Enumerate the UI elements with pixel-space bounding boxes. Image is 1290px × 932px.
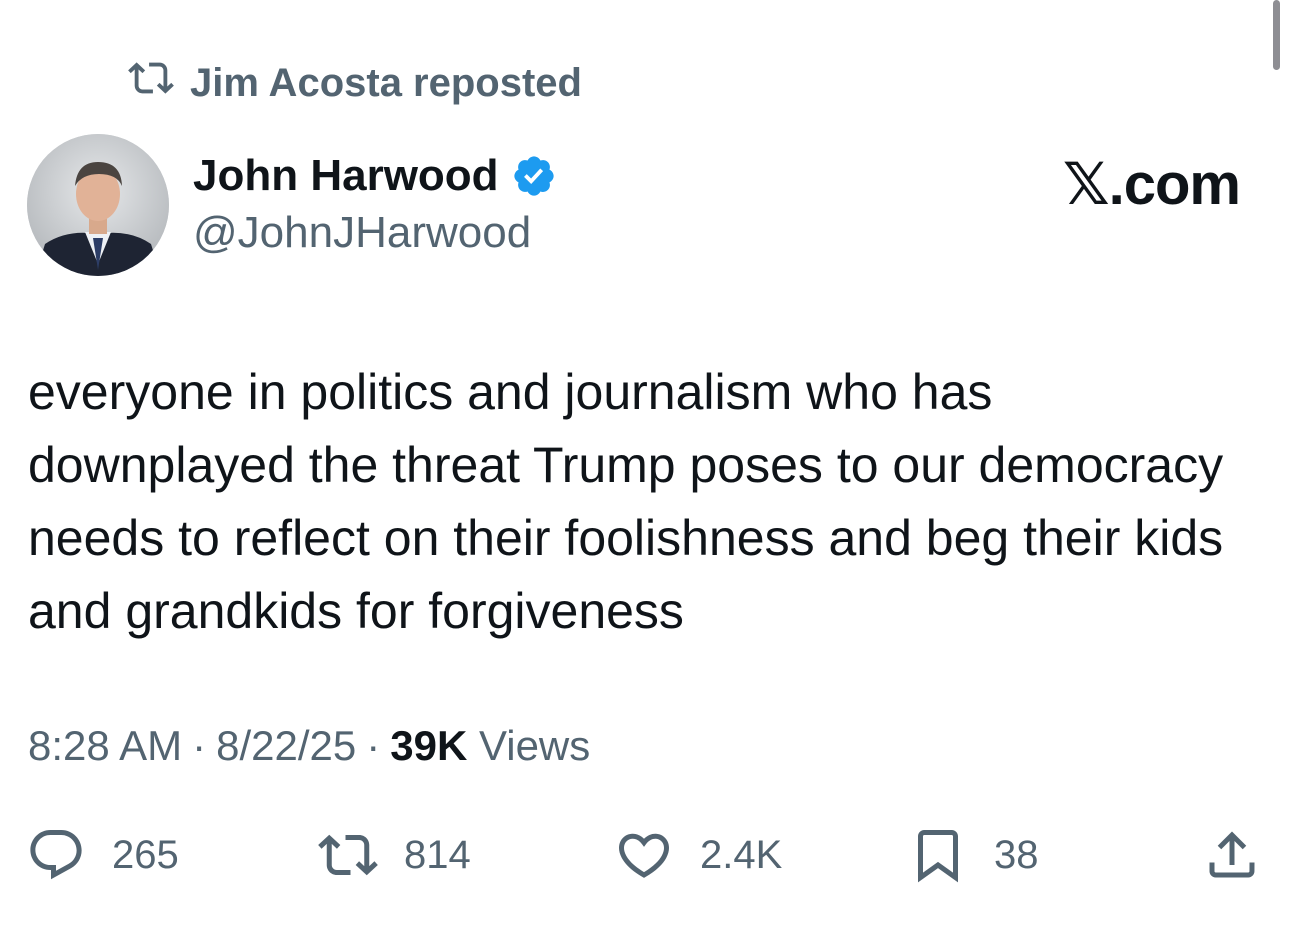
tweet-text: everyone in politics and journalism who … xyxy=(28,364,1224,639)
repost-label: Jim Acosta reposted xyxy=(190,60,582,105)
x-domain-suffix: .com xyxy=(1108,151,1241,217)
bookmark-button[interactable]: 38 xyxy=(908,820,1039,890)
repost-icon xyxy=(128,55,174,111)
x-com-logo: 𝕏 .com xyxy=(1062,150,1241,218)
avatar[interactable] xyxy=(27,134,169,276)
author-name[interactable]: John Harwood xyxy=(193,151,499,201)
share-button[interactable] xyxy=(1202,820,1262,890)
tweet-time[interactable]: 8:28 AM xyxy=(28,722,182,770)
reply-count: 265 xyxy=(112,832,179,877)
author-name-row[interactable]: John Harwood xyxy=(193,148,557,204)
author-handle[interactable]: @JohnJHarwood xyxy=(193,208,531,258)
tweet-metadata: 8:28 AM · 8/22/25 · 39K Views xyxy=(28,722,590,770)
like-button[interactable]: 2.4K xyxy=(614,820,782,890)
views-label: Views xyxy=(478,722,591,769)
heart-icon xyxy=(614,825,674,885)
meta-separator: · xyxy=(366,722,381,769)
views-count[interactable]: 39K xyxy=(390,722,467,769)
reply-button[interactable]: 265 xyxy=(26,820,179,890)
x-logo-icon: 𝕏 xyxy=(1062,150,1110,218)
reply-icon xyxy=(26,825,86,885)
tweet-date[interactable]: 8/22/25 xyxy=(216,722,356,770)
meta-separator: · xyxy=(192,722,207,769)
repost-icon xyxy=(318,825,378,885)
verified-badge-icon[interactable] xyxy=(511,153,557,199)
bookmark-icon xyxy=(908,825,968,885)
action-bar: 265 814 2.4K 38 xyxy=(0,820,1290,890)
bookmark-count: 38 xyxy=(994,832,1039,877)
repost-button[interactable]: 814 xyxy=(318,820,471,890)
repost-count: 814 xyxy=(404,832,471,877)
like-count: 2.4K xyxy=(700,832,783,877)
repost-indicator[interactable]: Jim Acosta reposted xyxy=(128,58,582,108)
scrollbar[interactable] xyxy=(1273,0,1280,70)
share-icon xyxy=(1202,825,1262,885)
